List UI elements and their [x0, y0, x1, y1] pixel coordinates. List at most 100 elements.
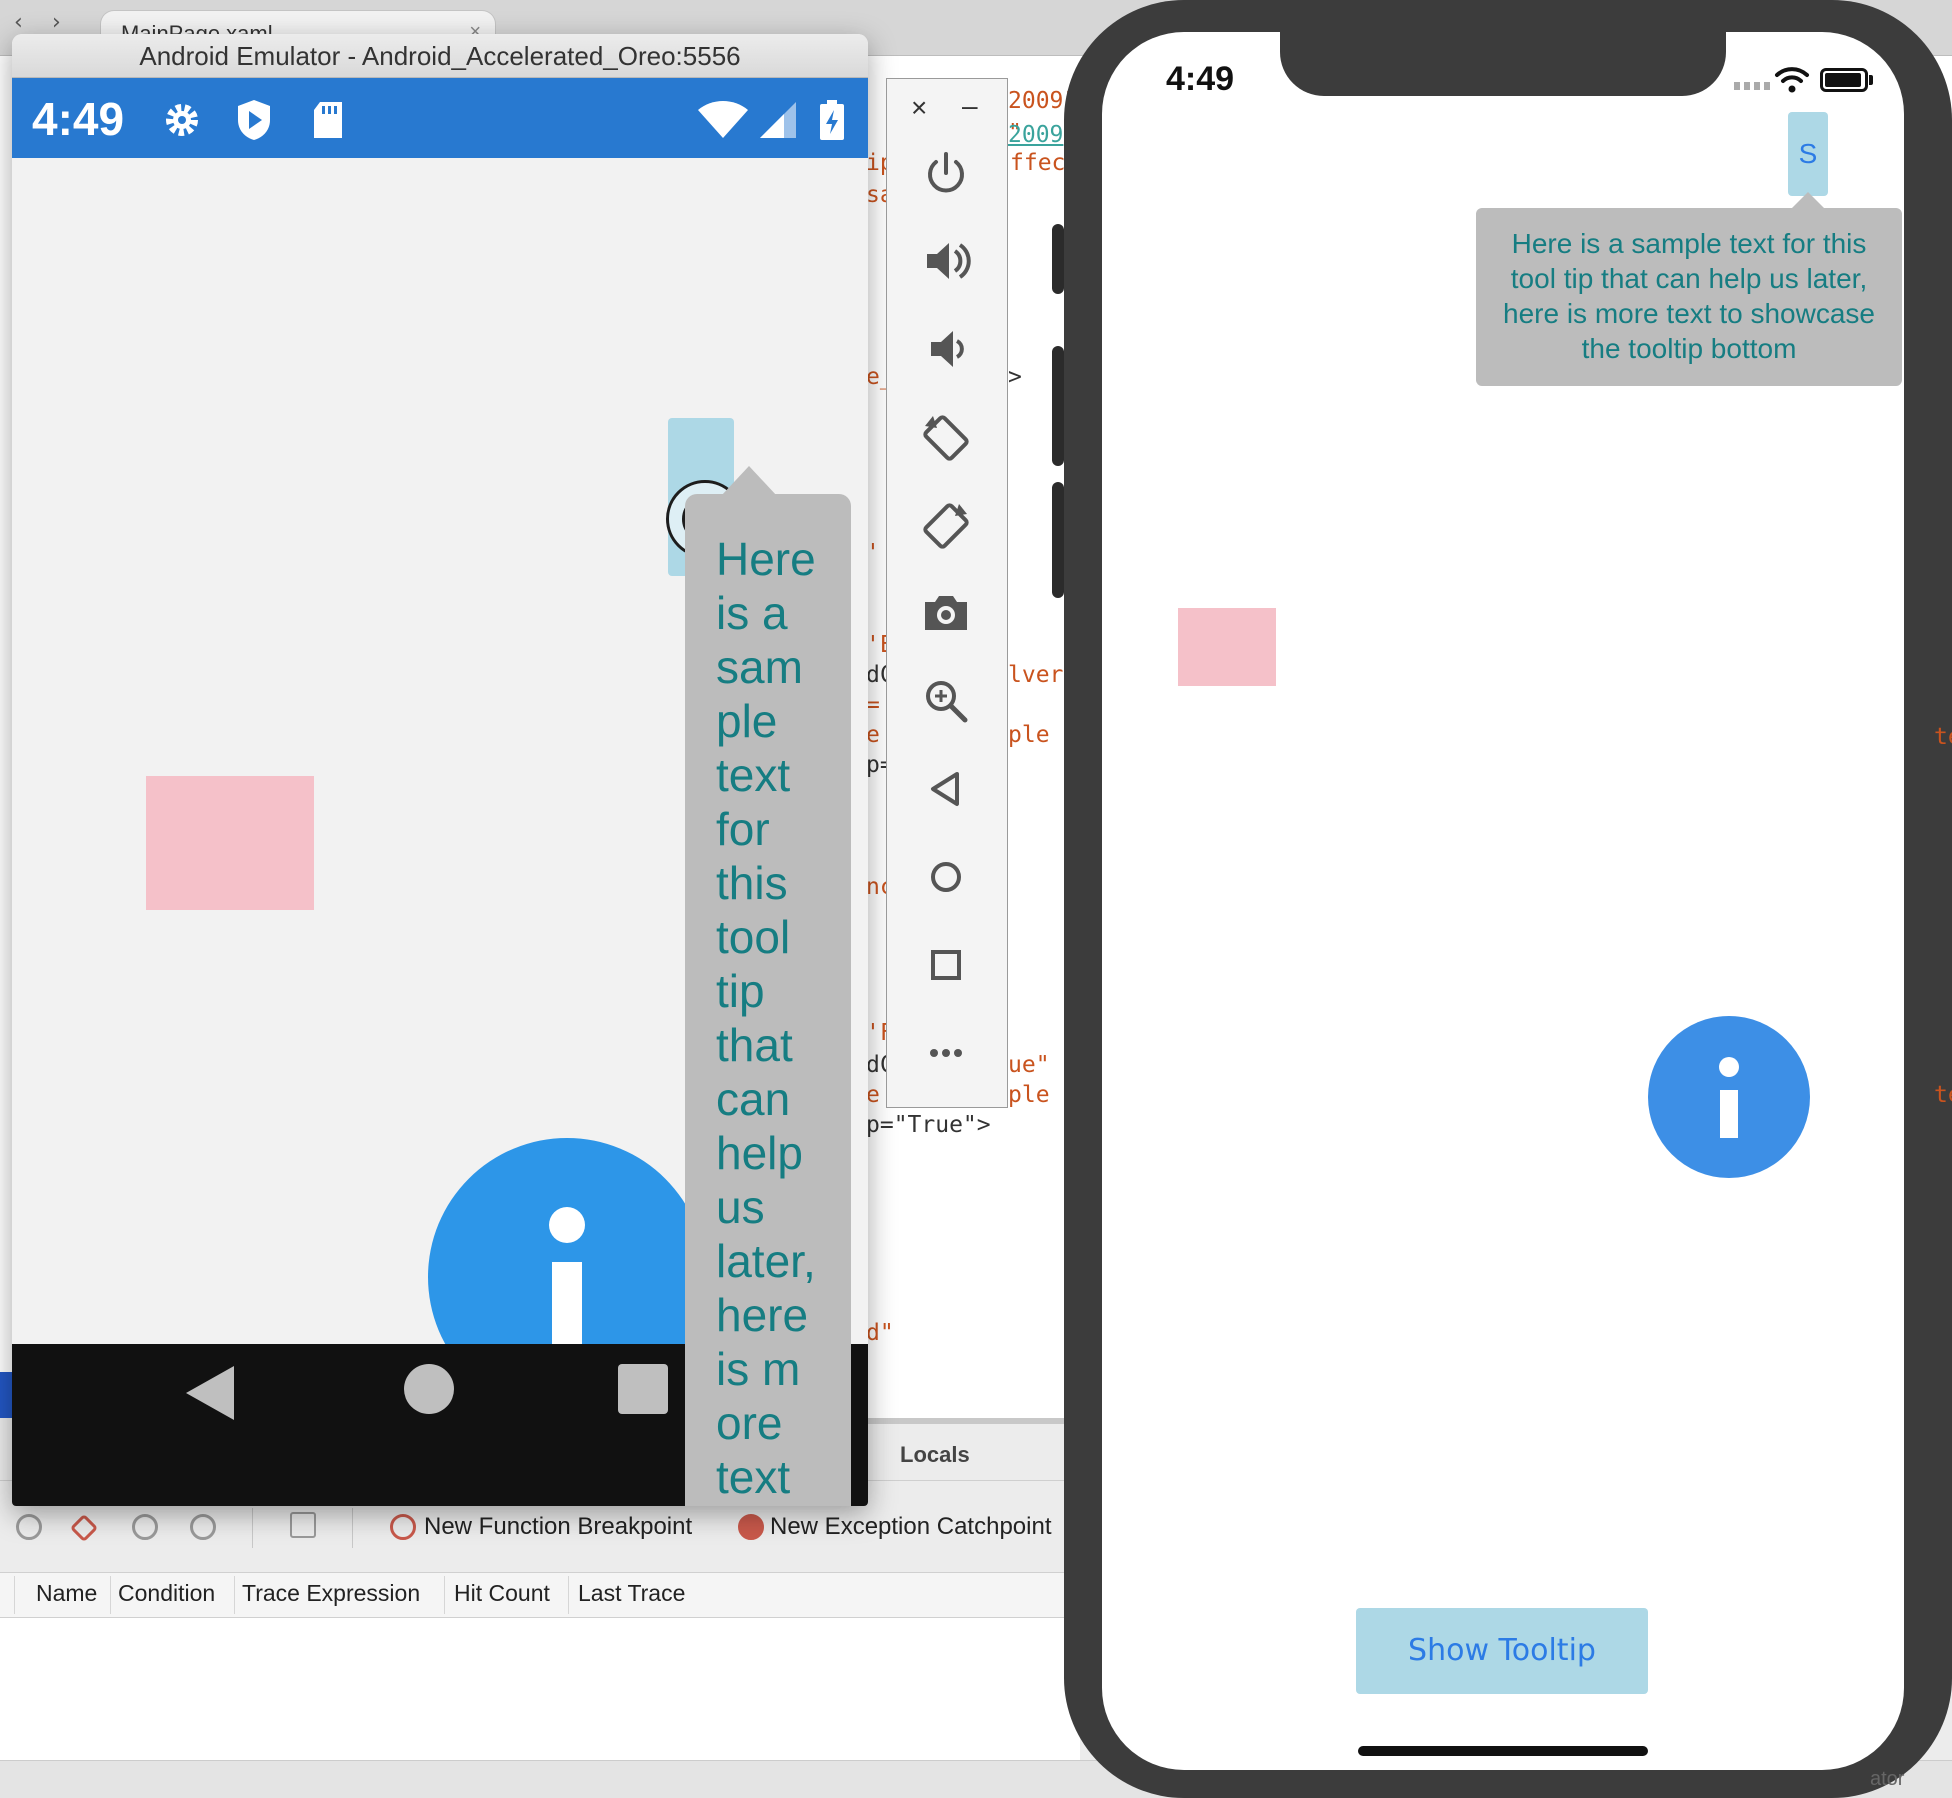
- breakpoints-table-body: [0, 1618, 1080, 1760]
- info-icon: [549, 1207, 585, 1243]
- volume-up-icon[interactable]: [919, 234, 973, 288]
- android-status-bar: 4:49: [12, 78, 868, 158]
- power-icon[interactable]: [919, 146, 973, 200]
- show-tooltip-button[interactable]: Show Tooltip: [1356, 1608, 1648, 1694]
- tooltip-word: sam: [716, 641, 803, 693]
- code-fragment: p="True">: [866, 1112, 991, 1138]
- tooltip-word: tip: [716, 965, 765, 1017]
- wifi-icon: [698, 101, 748, 138]
- column-separator: [568, 1576, 569, 1614]
- column-header-trace-expression[interactable]: Trace Expression: [242, 1580, 420, 1607]
- minimize-icon[interactable]: –: [962, 90, 978, 122]
- close-icon[interactable]: ×: [911, 92, 927, 124]
- code-link[interactable]: 2009: [1008, 122, 1063, 148]
- tooltip-arrow: [1792, 192, 1824, 208]
- battery-icon: [1869, 75, 1873, 85]
- column-separator: [234, 1576, 235, 1614]
- wifi-icon: [1775, 67, 1809, 93]
- code-fragment: ue": [1008, 1052, 1050, 1078]
- locals-tab[interactable]: Locals: [900, 1442, 970, 1468]
- code-fragment: ple: [1008, 722, 1050, 748]
- tooltip-word: can: [716, 1073, 791, 1125]
- code-fragment: ffec: [1010, 150, 1066, 176]
- column-separator: [444, 1576, 445, 1614]
- overview-icon[interactable]: [919, 938, 973, 992]
- ios-tooltip: Here is a sample text for this tool tip …: [1476, 208, 1902, 386]
- home-icon[interactable]: [919, 850, 973, 904]
- pink-box: [1178, 608, 1276, 686]
- home-indicator[interactable]: [1358, 1746, 1648, 1756]
- status-text: ator: [1870, 1768, 1905, 1790]
- more-icon[interactable]: [919, 1026, 973, 1080]
- code-fragment: d": [866, 1320, 894, 1346]
- right-edge-fragment: te: [1934, 1082, 1952, 1108]
- tooltip-word: ple: [716, 695, 778, 747]
- tooltip-word: later,: [716, 1235, 816, 1287]
- editor-marker: [1052, 482, 1064, 598]
- code-fragment: ': [866, 540, 880, 566]
- tooltip-word: for: [716, 803, 770, 855]
- sd-card-icon: [314, 102, 342, 138]
- new-function-breakpoint-button[interactable]: New Function Breakpoint: [424, 1513, 692, 1541]
- nav-back-icon[interactable]: ‹: [14, 10, 23, 35]
- editor-marker: [1052, 224, 1064, 294]
- ios-notch: [1280, 26, 1726, 96]
- tooltip-word: text: [716, 749, 791, 801]
- ios-clock: 4:49: [1166, 60, 1235, 98]
- column-separator: [14, 1576, 15, 1614]
- android-clock: 4:49: [32, 93, 125, 145]
- emulator-title: Android Emulator - Android_Accelerated_O…: [12, 34, 868, 78]
- toolbar-separator: [352, 1508, 353, 1548]
- zoom-icon[interactable]: [919, 674, 973, 728]
- column-header-hit-count[interactable]: Hit Count: [454, 1580, 550, 1607]
- function-breakpoint-icon[interactable]: [390, 1514, 416, 1540]
- tooltip-word: here: [716, 1289, 809, 1341]
- cell-signal-icon: [760, 102, 796, 138]
- rotate-right-icon[interactable]: [919, 498, 973, 552]
- tooltip-word: Here: [716, 533, 816, 585]
- disable-all-icon[interactable]: [132, 1514, 158, 1540]
- column-separator: [110, 1576, 111, 1614]
- rotate-left-icon[interactable]: [919, 410, 973, 464]
- info-icon: [552, 1262, 582, 1346]
- info-icon: [1719, 1057, 1739, 1077]
- toggle-breakpoints-icon[interactable]: [16, 1514, 42, 1540]
- tooltip-word: help: [716, 1127, 803, 1179]
- right-edge-fragment: te: [1934, 724, 1952, 750]
- code-fragment: >: [1008, 364, 1022, 390]
- tooltip-target-button[interactable]: S: [1788, 112, 1828, 196]
- editor-marker: [1052, 346, 1064, 466]
- tooltip-word: is a: [716, 587, 788, 639]
- nav-forward-icon[interactable]: ›: [52, 10, 61, 35]
- tooltip-word: text: [716, 1451, 791, 1503]
- tooltip-word: ore: [716, 1397, 783, 1449]
- tooltip-word: is m: [716, 1343, 801, 1395]
- exception-catchpoint-icon[interactable]: [738, 1514, 764, 1540]
- tooltip-arrow: [721, 466, 777, 496]
- volume-down-icon[interactable]: [919, 322, 973, 376]
- column-header-last-trace[interactable]: Last Trace: [578, 1580, 685, 1607]
- back-icon[interactable]: [919, 762, 973, 816]
- tooltip-word: tool: [716, 911, 791, 963]
- code-fragment: lver: [1008, 662, 1064, 688]
- new-exception-catchpoint-button[interactable]: New Exception Catchpoint: [770, 1513, 1051, 1541]
- code-fragment: e: [866, 1082, 880, 1108]
- settings-icon[interactable]: [290, 1512, 316, 1538]
- battery-charging-icon: [820, 100, 844, 140]
- code-fragment: ple: [1008, 1082, 1050, 1108]
- recents-icon[interactable]: [618, 1364, 668, 1414]
- code-fragment: e: [866, 722, 880, 748]
- tooltip-word: that: [716, 1019, 793, 1071]
- cell-signal-icon: [1734, 82, 1772, 90]
- column-header-name[interactable]: Name: [36, 1580, 97, 1607]
- column-header-condition[interactable]: Condition: [118, 1580, 215, 1607]
- info-fab-button[interactable]: [1648, 1016, 1810, 1178]
- back-icon[interactable]: [186, 1366, 234, 1420]
- remove-all-icon[interactable]: [190, 1514, 216, 1540]
- battery-level: [1825, 73, 1861, 87]
- home-icon[interactable]: [404, 1364, 454, 1414]
- gear-icon: [166, 104, 198, 136]
- tooltip-word: us: [716, 1181, 765, 1233]
- camera-icon[interactable]: [919, 586, 973, 640]
- toolbar-separator: [252, 1508, 253, 1548]
